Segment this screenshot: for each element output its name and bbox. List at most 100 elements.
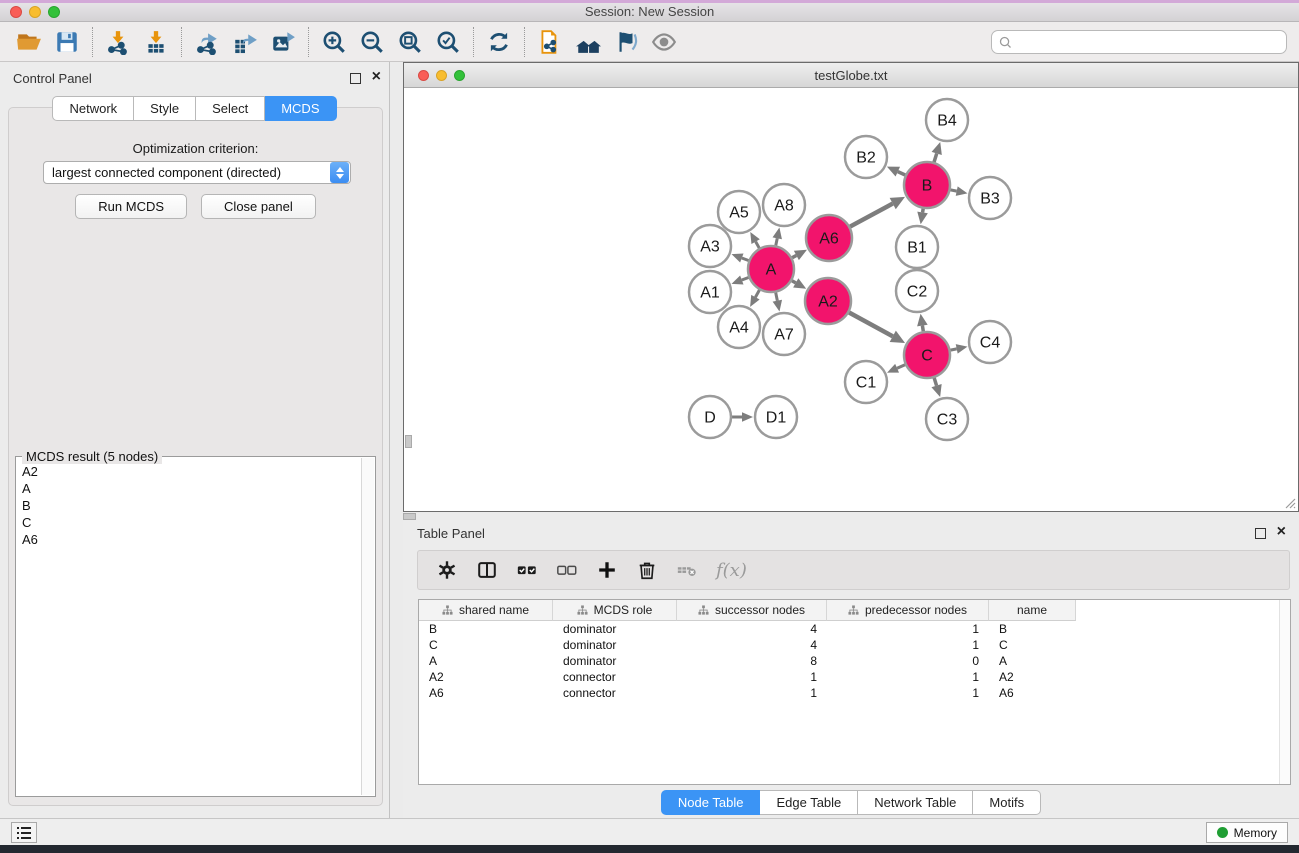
column-header-successor-nodes[interactable]: successor nodes [677, 600, 827, 621]
table-cell[interactable]: 8 [677, 654, 827, 668]
table-cell[interactable]: 1 [827, 622, 989, 636]
zoom-fit-button[interactable] [391, 26, 429, 58]
export-image-button[interactable] [264, 26, 302, 58]
function-builder-button[interactable]: f(x) [712, 560, 747, 581]
table-cell[interactable]: dominator [553, 654, 677, 668]
table-cell[interactable]: A [989, 654, 1076, 668]
table-cell[interactable]: 4 [677, 622, 827, 636]
table-cell[interactable]: B [419, 622, 553, 636]
close-panel-icon[interactable]: × [372, 68, 381, 86]
table-cell[interactable]: C [989, 638, 1076, 652]
table-row[interactable]: Cdominator41C [419, 637, 1290, 653]
close-table-panel-icon[interactable]: × [1277, 523, 1286, 541]
table-cell[interactable]: connector [553, 686, 677, 700]
show-graphics-details-button[interactable] [645, 26, 683, 58]
table-cell[interactable]: A [419, 654, 553, 668]
create-column-button[interactable] [592, 555, 622, 585]
close-panel-button[interactable]: Close panel [201, 194, 316, 219]
column-header-MCDS-role[interactable]: MCDS role [553, 600, 677, 621]
result-item[interactable]: A2 [18, 463, 360, 480]
export-table-button[interactable] [226, 26, 264, 58]
tab-edge-table[interactable]: Edge Table [760, 790, 858, 815]
table-settings-button[interactable] [432, 555, 462, 585]
export-network-button[interactable] [188, 26, 226, 58]
table-row[interactable]: A6connector11A6 [419, 685, 1290, 701]
graph-node-D1[interactable]: D1 [755, 396, 797, 438]
table-cell[interactable]: 0 [827, 654, 989, 668]
table-cell[interactable]: dominator [553, 638, 677, 652]
table-cell[interactable]: 1 [827, 670, 989, 684]
zoom-out-button[interactable] [353, 26, 391, 58]
horizontal-scroll-thumb[interactable] [403, 513, 416, 520]
memory-button[interactable]: Memory [1206, 822, 1288, 843]
graph-node-B[interactable]: B [904, 162, 950, 208]
table-cell[interactable]: 1 [827, 686, 989, 700]
deselect-all-button[interactable] [552, 555, 582, 585]
table-cell[interactable]: 1 [827, 638, 989, 652]
graph-node-D[interactable]: D [689, 396, 731, 438]
search-field[interactable] [991, 30, 1287, 54]
column-header-shared-name[interactable]: shared name [419, 600, 553, 621]
table-cell[interactable]: 1 [677, 670, 827, 684]
table-cell[interactable]: 4 [677, 638, 827, 652]
graph-node-C4[interactable]: C4 [969, 321, 1011, 363]
tab-node-table[interactable]: Node Table [661, 790, 761, 815]
graph-node-A2[interactable]: A2 [805, 278, 851, 324]
table-cell[interactable]: A2 [419, 670, 553, 684]
table-row[interactable]: Bdominator41B [419, 621, 1290, 637]
delete-columns-button[interactable] [632, 555, 662, 585]
network-window-titlebar[interactable]: testGlobe.txt [404, 63, 1298, 88]
graph-node-B4[interactable]: B4 [926, 99, 968, 141]
tab-mcds[interactable]: MCDS [265, 96, 336, 121]
tab-motifs[interactable]: Motifs [973, 790, 1041, 815]
result-item[interactable]: C [18, 514, 360, 531]
table-cell[interactable]: 1 [677, 686, 827, 700]
criterion-dropdown[interactable]: largest connected component (directed) [43, 161, 351, 184]
tab-style[interactable]: Style [134, 96, 196, 121]
graph-node-A5[interactable]: A5 [718, 191, 760, 233]
table-cell[interactable]: A6 [419, 686, 553, 700]
table-cell[interactable]: A6 [989, 686, 1076, 700]
graph-node-B2[interactable]: B2 [845, 136, 887, 178]
graph-node-A8[interactable]: A8 [763, 184, 805, 226]
table-cell[interactable]: connector [553, 670, 677, 684]
import-table-button[interactable] [137, 26, 175, 58]
graph-node-A[interactable]: A [748, 246, 794, 292]
float-panel-icon[interactable] [350, 73, 361, 84]
hide-panels-button[interactable] [607, 26, 645, 58]
table-cell[interactable]: dominator [553, 622, 677, 636]
graph-node-C2[interactable]: C2 [896, 270, 938, 312]
network-canvas[interactable]: AA1A2A3A4A5A6A7A8BB1B2B3B4CC1C2C3C4DD1 [404, 88, 1298, 511]
table-row[interactable]: A2connector11A2 [419, 669, 1290, 685]
graph-node-C[interactable]: C [904, 332, 950, 378]
result-list-scrollbar[interactable] [361, 458, 374, 795]
save-session-button[interactable] [48, 26, 86, 58]
result-item[interactable]: B [18, 497, 360, 514]
tab-network-table[interactable]: Network Table [858, 790, 973, 815]
delete-table-button[interactable] [672, 555, 702, 585]
table-cell[interactable]: C [419, 638, 553, 652]
graph-node-A3[interactable]: A3 [689, 225, 731, 267]
run-mcds-button[interactable]: Run MCDS [75, 194, 187, 219]
column-header-predecessor-nodes[interactable]: predecessor nodes [827, 600, 989, 621]
graph-node-A4[interactable]: A4 [718, 306, 760, 348]
open-file-button[interactable] [10, 26, 48, 58]
tab-select[interactable]: Select [196, 96, 265, 121]
mcds-result-list[interactable]: A2ABCA6 [18, 463, 360, 794]
task-history-button[interactable] [11, 822, 37, 843]
new-session-from-network-button[interactable] [531, 26, 569, 58]
tab-network[interactable]: Network [52, 96, 134, 121]
graph-node-A7[interactable]: A7 [763, 313, 805, 355]
float-table-panel-icon[interactable] [1255, 528, 1266, 539]
result-item[interactable]: A6 [18, 531, 360, 548]
graph-node-C3[interactable]: C3 [926, 398, 968, 440]
table-cell[interactable]: B [989, 622, 1076, 636]
refresh-button[interactable] [480, 26, 518, 58]
result-item[interactable]: A [18, 480, 360, 497]
window-resize-grip[interactable] [1284, 497, 1296, 509]
home-button[interactable] [569, 26, 607, 58]
graph-node-C1[interactable]: C1 [845, 361, 887, 403]
table-scrollbar[interactable] [1279, 600, 1290, 784]
import-network-button[interactable] [99, 26, 137, 58]
search-input[interactable] [1013, 35, 1286, 50]
